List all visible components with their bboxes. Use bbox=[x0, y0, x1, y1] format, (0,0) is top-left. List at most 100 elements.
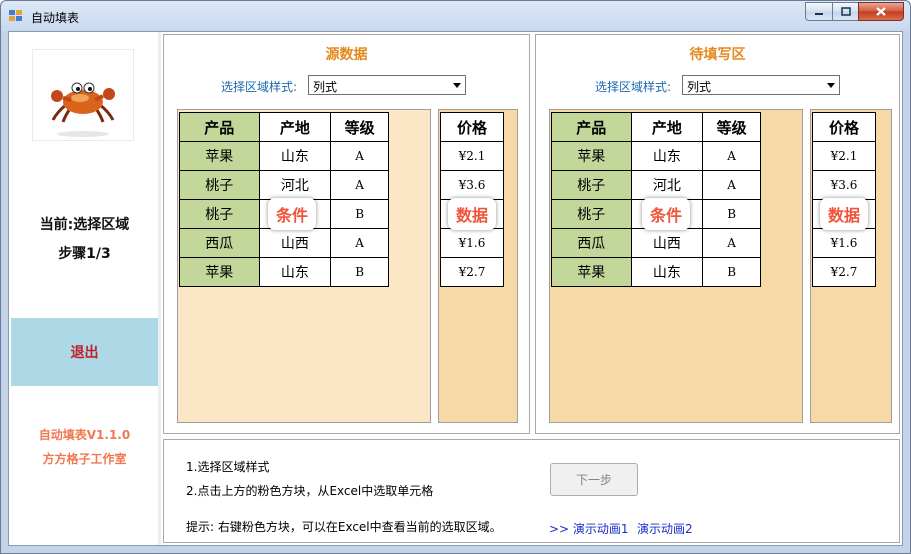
tip-text: 提示: 右键粉色方块，可以在Excel中查看当前的选取区域。 bbox=[186, 520, 502, 534]
maximize-button[interactable] bbox=[832, 2, 858, 21]
source-condition-area: 产品 产地 等级 苹果 山东 A 桃子 河北 A 桃子 B 西瓜 山西 A 苹果… bbox=[177, 109, 431, 423]
table-cell: A bbox=[702, 228, 761, 258]
instruction-step-1: 1.选择区域样式 bbox=[186, 460, 270, 474]
header-cell: 等级 bbox=[330, 112, 389, 142]
table-cell: 苹果 bbox=[551, 257, 632, 287]
header-cell: 产地 bbox=[258, 112, 332, 142]
table-cell: B bbox=[702, 257, 761, 287]
step-indicator: 步骤1/3 bbox=[58, 246, 111, 262]
target-condition-tag[interactable]: 条件 bbox=[642, 198, 690, 230]
instruction-step-2: 2.点击上方的粉色方块，从Excel中选取单元格 bbox=[186, 484, 434, 498]
client-area: 当前:选择区域 步骤1/3 退出 自动填表V1.1.0 方方格子工作室 源数据 … bbox=[8, 31, 903, 546]
table-header-row: 产品 产地 等级 bbox=[179, 112, 389, 142]
table-cell: ¥3.6 bbox=[812, 170, 876, 200]
source-title: 源数据 bbox=[325, 47, 368, 63]
version-label: 自动填表V1.1.0 bbox=[38, 428, 131, 442]
table-row: 苹果 山东 B bbox=[179, 257, 389, 287]
table-cell: A bbox=[702, 170, 761, 200]
exit-button[interactable]: 退出 bbox=[11, 318, 158, 386]
table-cell: 西瓜 bbox=[551, 228, 632, 258]
target-condition-area: 产品 产地 等级 苹果 山东 A 桃子 河北 A 桃子 B 西瓜 山西 A 苹果… bbox=[549, 109, 803, 423]
minimize-button[interactable] bbox=[805, 2, 832, 21]
table-cell: 山东 bbox=[258, 257, 332, 287]
table-cell: 西瓜 bbox=[179, 228, 260, 258]
table-cell: 桃子 bbox=[551, 170, 632, 200]
header-cell: 等级 bbox=[702, 112, 761, 142]
source-condition-tag[interactable]: 条件 bbox=[268, 198, 316, 230]
table-row: 苹果 山东 B bbox=[551, 257, 761, 287]
table-cell: A bbox=[330, 228, 389, 258]
table-cell: ¥3.6 bbox=[440, 170, 504, 200]
table-cell: ¥2.1 bbox=[440, 141, 504, 171]
crab-icon bbox=[51, 82, 115, 137]
table-cell: A bbox=[330, 170, 389, 200]
instruction-panel: 1.选择区域样式 2.点击上方的粉色方块，从Excel中选取单元格 下一步 提示… bbox=[163, 439, 900, 543]
source-style-select[interactable]: 列式 bbox=[308, 75, 466, 95]
table-row: 苹果 山东 A bbox=[179, 141, 389, 171]
table-cell: 苹果 bbox=[179, 141, 260, 171]
window-title: 自动填表 bbox=[31, 11, 80, 25]
target-style-select[interactable]: 列式 bbox=[682, 75, 840, 95]
table-cell: ¥2.7 bbox=[440, 257, 504, 287]
table-cell: 山东 bbox=[258, 141, 332, 171]
table-cell: 桃子 bbox=[551, 199, 632, 229]
source-select-value: 列式 bbox=[313, 80, 338, 94]
demo-animation-2-link[interactable]: 演示动画2 bbox=[637, 520, 693, 537]
target-select-label: 选择区域样式: bbox=[595, 80, 672, 94]
table-cell: ¥2.1 bbox=[812, 141, 876, 171]
header-cell: 产品 bbox=[179, 112, 260, 142]
table-cell: 桃子 bbox=[179, 170, 260, 200]
minimize-icon bbox=[815, 12, 823, 15]
table-cell: ¥2.7 bbox=[812, 257, 876, 287]
close-button[interactable] bbox=[858, 2, 904, 21]
table-cell: 山东 bbox=[630, 141, 704, 171]
header-cell: 价格 bbox=[440, 112, 504, 142]
table-cell: 河北 bbox=[630, 170, 704, 200]
table-cell: ¥1.6 bbox=[440, 228, 504, 258]
app-window: 自动填表 当前:选择区域 步骤1/3 退出 自动填表V1.1.0 方方格子工作室… bbox=[0, 0, 911, 554]
source-data-tag[interactable]: 数据 bbox=[448, 198, 496, 230]
table-cell: 山西 bbox=[630, 228, 704, 258]
sidebar: 当前:选择区域 步骤1/3 退出 自动填表V1.1.0 方方格子工作室 bbox=[11, 34, 158, 543]
title-bar[interactable]: 自动填表 bbox=[1, 1, 910, 31]
source-select-label: 选择区域样式: bbox=[221, 80, 298, 94]
target-panel: 待填写区 选择区域样式: 列式 产品 产地 等级 苹果 山东 A 桃子 河北 A… bbox=[535, 34, 900, 434]
next-step-button[interactable]: 下一步 bbox=[550, 463, 638, 496]
table-cell: B bbox=[330, 199, 389, 229]
table-cell: 山西 bbox=[258, 228, 332, 258]
studio-label: 方方格子工作室 bbox=[42, 452, 127, 466]
chevron-down-icon bbox=[827, 83, 835, 88]
maximize-icon bbox=[840, 7, 851, 16]
table-cell: 桃子 bbox=[179, 199, 260, 229]
window-controls bbox=[805, 2, 904, 22]
table-cell: A bbox=[702, 141, 761, 171]
table-row: 西瓜 山西 A bbox=[179, 228, 389, 258]
crab-logo bbox=[32, 49, 134, 141]
table-cell: B bbox=[702, 199, 761, 229]
target-select-value: 列式 bbox=[687, 80, 712, 94]
header-cell: 产地 bbox=[630, 112, 704, 142]
table-cell: 苹果 bbox=[179, 257, 260, 287]
table-row: 苹果 山东 A bbox=[551, 141, 761, 171]
demo-animation-1-link[interactable]: >> 演示动画1 bbox=[549, 520, 629, 537]
current-state: 当前:选择区域 bbox=[39, 217, 130, 233]
source-data-area: 价格 ¥2.1 ¥3.6 ¥1.6 ¥2.7 数据 bbox=[438, 109, 518, 423]
table-row: 桃子 河北 A bbox=[551, 170, 761, 200]
table-cell: B bbox=[330, 257, 389, 287]
table-cell: 山东 bbox=[630, 257, 704, 287]
table-row: 桃子 河北 A bbox=[179, 170, 389, 200]
target-data-tag[interactable]: 数据 bbox=[820, 198, 868, 230]
source-panel: 源数据 选择区域样式: 列式 产品 产地 等级 苹果 山东 A 桃子 河北 A … bbox=[163, 34, 530, 434]
table-cell: A bbox=[330, 141, 389, 171]
target-data-area: 价格 ¥2.1 ¥3.6 ¥1.6 ¥2.7 数据 bbox=[810, 109, 892, 423]
chevron-down-icon bbox=[453, 83, 461, 88]
table-cell: 河北 bbox=[258, 170, 332, 200]
table-header-row: 产品 产地 等级 bbox=[551, 112, 761, 142]
header-cell: 价格 bbox=[812, 112, 876, 142]
table-cell: ¥1.6 bbox=[812, 228, 876, 258]
table-cell: 苹果 bbox=[551, 141, 632, 171]
table-row: 西瓜 山西 A bbox=[551, 228, 761, 258]
sidebar-divider bbox=[158, 32, 161, 545]
header-cell: 产品 bbox=[551, 112, 632, 142]
target-title: 待填写区 bbox=[689, 47, 746, 63]
